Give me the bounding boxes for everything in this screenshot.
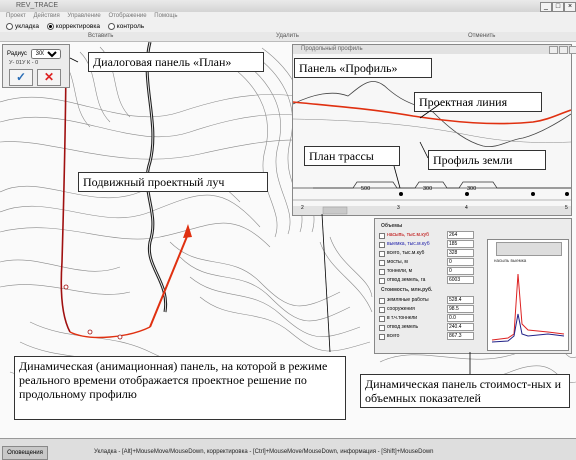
status-message: Укладка - [Alt]+MouseMove/MouseDown, кор…	[94, 449, 434, 455]
start-button[interactable]: Оповещения	[2, 446, 48, 460]
callout-leaders	[69, 57, 471, 374]
status-bar: Оповещения Укладка - [Alt]+MouseMove/Mou…	[0, 438, 576, 460]
